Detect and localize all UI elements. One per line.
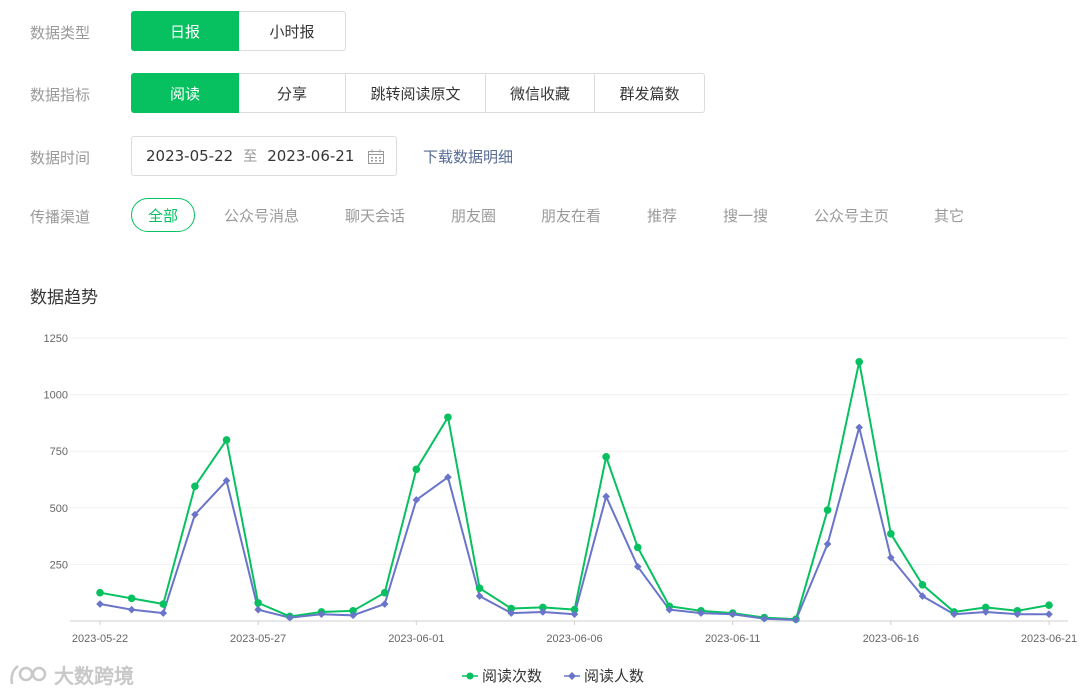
channel-search[interactable]: 搜一搜 [723,205,768,226]
channel-moments[interactable]: 朋友圈 [451,205,496,226]
data-point-reads [823,506,832,514]
watermark-text: 大数跨境 [54,664,134,688]
legend-label-readers: 阅读人数 [584,667,645,685]
metric-label: 数据指标 [30,86,91,104]
data-type-daily-button[interactable]: 日报 [131,11,239,51]
channel-friends-watching[interactable]: 朋友在看 [541,205,601,226]
data-point-readers [475,592,484,600]
channel-label: 传播渠道 [30,208,91,226]
calendar-icon [368,149,384,164]
metric-favorite-button[interactable]: 微信收藏 [486,73,595,113]
data-point-readers [855,423,863,432]
metric-original-link-button[interactable]: 跳转阅读原文 [346,73,486,113]
channel-chat[interactable]: 聊天会话 [345,205,405,226]
x-tick-label: 2023-05-22 [72,633,128,645]
download-detail-link[interactable]: 下载数据明细 [423,146,513,167]
date-start: 2023-05-22 [146,147,234,165]
data-point-reads [254,599,262,607]
metric-group: 阅读 分享 跳转阅读原文 微信收藏 群发篇数 [131,73,705,113]
x-tick-label: 2023-06-11 [705,633,760,645]
time-label: 数据时间 [30,149,91,167]
data-point-readers [159,609,168,617]
data-point-reads [444,413,452,422]
data-point-reads [855,357,863,366]
x-tick-label: 2023-06-16 [863,633,919,645]
data-type-label: 数据类型 [30,24,91,42]
metric-posts-button[interactable]: 群发篇数 [595,73,705,113]
data-point-reads [380,588,389,597]
x-tick-label: 2023-06-21 [1021,633,1077,645]
data-point-reads [1045,601,1053,609]
channel-recommend[interactable]: 推荐 [647,205,677,226]
legend-item-reads[interactable]: 阅读次数 [462,665,542,686]
data-point-reads [633,543,642,552]
legend-item-readers[interactable]: 阅读人数 [564,665,644,686]
metric-share-button[interactable]: 分享 [239,73,346,113]
chart-legend: 阅读次数 阅读人数 [462,665,666,686]
y-tick-label: 750 [50,446,68,458]
x-tick-label: 2023-06-01 [388,633,444,645]
data-point-readers [127,605,136,614]
data-point-readers [602,492,610,501]
data-point-reads [918,580,927,589]
y-tick-label: 1000 [44,390,68,402]
legend-diamond-marker-icon [564,671,581,680]
metric-read-button[interactable]: 阅读 [131,73,239,113]
watermark-logo-icon [10,664,47,684]
y-tick-label: 1250 [44,333,68,345]
data-point-reads [412,465,421,474]
legend-circle-marker-icon [462,672,478,679]
trend-chart: 250 500 750 1000 1250 2023-05-22 2023-05-27 202… [44,333,1078,645]
data-point-readers [1045,610,1053,619]
data-point-readers [254,605,262,614]
data-point-reads [602,453,610,461]
channel-homepage[interactable]: 公众号主页 [814,205,889,226]
data-type-hourly-button[interactable]: 小时报 [239,11,346,51]
section-title-trend: 数据趋势 [30,288,98,308]
data-point-reads [96,588,104,597]
channel-other[interactable]: 其它 [934,205,964,226]
data-type-group: 日报 小时报 [131,11,346,51]
data-point-readers [823,540,832,548]
channel-official-message[interactable]: 公众号消息 [224,205,299,226]
date-end: 2023-06-21 [267,147,355,165]
watermark: 大数跨境 [8,660,134,689]
data-point-readers [380,600,389,608]
y-tick-label: 250 [50,559,68,571]
data-point-readers [96,600,104,608]
series-line-reads [99,360,1050,621]
date-separator: 至 [243,149,258,165]
date-range-picker[interactable]: 2023-05-22 至 2023-06-21 [131,136,397,176]
x-tick-label: 2023-06-06 [546,633,602,645]
x-tick-label: 2023-05-27 [230,633,286,645]
data-point-reads [222,436,231,444]
data-point-reads [159,600,168,608]
data-point-reads [887,530,895,538]
data-point-reads [475,584,484,592]
channel-all[interactable]: 全部 [131,198,196,232]
legend-label-reads: 阅读次数 [482,667,543,685]
data-point-reads [191,482,199,491]
y-tick-label: 500 [50,503,68,515]
data-point-reads [127,594,136,603]
